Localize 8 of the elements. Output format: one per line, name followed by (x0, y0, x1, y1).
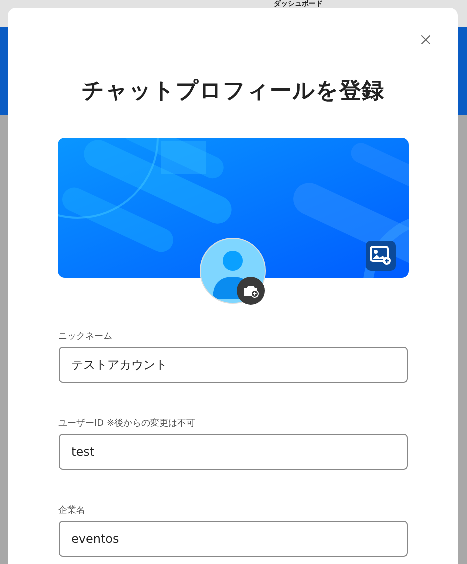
input-field[interactable]: eventos (58, 521, 408, 557)
field-label: ユーザーID ※後からの変更は不可 (58, 418, 196, 430)
field-label: 企業名 (58, 504, 86, 517)
dialog-title: チャットプロフィールを登録 (82, 78, 384, 106)
image-add-icon[interactable] (366, 241, 396, 271)
field-label: ニックネーム (58, 331, 114, 343)
input-field[interactable]: テストアカウント (58, 347, 408, 383)
input-field[interactable]: test (58, 434, 408, 470)
